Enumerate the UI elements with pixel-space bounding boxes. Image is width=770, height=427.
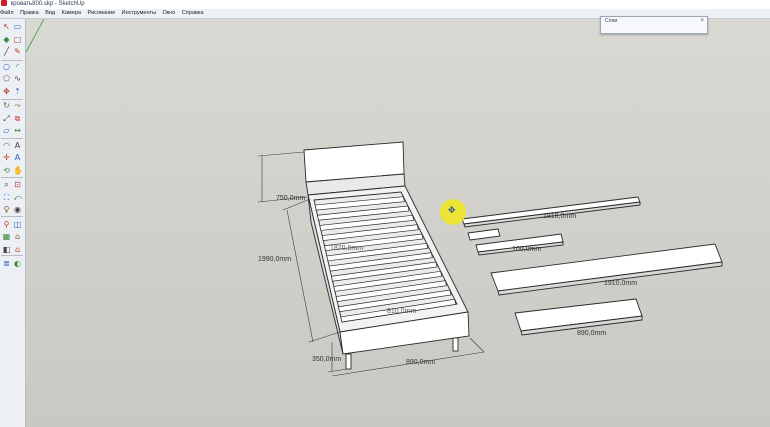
dim-end-board: 890,0mm xyxy=(577,330,606,337)
pan-icon[interactable]: ✋ xyxy=(13,166,23,175)
scale-icon[interactable]: ⤢ xyxy=(2,114,11,123)
paint-bucket-icon[interactable]: ◆ xyxy=(2,35,11,44)
push-pull-icon[interactable]: ⇡ xyxy=(13,87,22,96)
toolbar-separator xyxy=(1,255,23,256)
select-icon[interactable]: ↖ xyxy=(2,22,11,31)
orbit-cursor-icon: ✥ xyxy=(448,206,456,216)
window-title-bar: кровать800.skp - SketchUp xyxy=(0,0,770,9)
menu-edit[interactable]: Правка xyxy=(20,10,39,16)
protractor-icon[interactable]: ◠ xyxy=(2,141,11,150)
dimension-icon[interactable]: ↔ xyxy=(13,126,22,135)
arc-icon[interactable]: ◜ xyxy=(13,62,22,71)
styles-icon[interactable]: ◐ xyxy=(13,259,22,268)
leg-front-right xyxy=(452,337,459,352)
toolbar-separator xyxy=(1,138,23,139)
menu-camera[interactable]: Камера xyxy=(62,10,81,16)
menu-help[interactable]: Справка xyxy=(182,10,204,16)
menu-view[interactable]: Вид xyxy=(45,10,55,16)
layers-icon[interactable]: ≣ xyxy=(2,259,11,268)
position-camera-icon[interactable]: ♀ xyxy=(2,205,11,214)
dim-headboard-height: 750,0mm xyxy=(276,195,305,202)
pencil-icon[interactable]: ✎ xyxy=(13,47,22,56)
text-icon[interactable]: A xyxy=(13,141,22,150)
leg-front-left xyxy=(345,353,352,370)
zoom-window-icon[interactable]: ⊡ xyxy=(13,180,22,189)
toolbar-separator xyxy=(1,216,23,217)
dim-leg-height: 350,0mm xyxy=(312,356,341,363)
dim-side-board: 1910,0mm xyxy=(604,280,637,287)
menu-file[interactable]: Файл xyxy=(0,10,14,16)
warehouse-icon[interactable]: ⌂ xyxy=(13,232,22,241)
extension-icon[interactable]: ◧ xyxy=(2,245,11,254)
move-icon[interactable]: ✥ xyxy=(2,87,11,96)
dim-inner-length: 1870,0mm xyxy=(330,245,363,252)
offset-icon[interactable]: ⧉ xyxy=(13,114,22,123)
house-icon[interactable]: ⌂ xyxy=(13,245,22,254)
circle-icon[interactable]: ○ xyxy=(2,62,11,71)
freehand-icon[interactable]: ∿ xyxy=(13,74,22,83)
look-around-icon[interactable]: ◉ xyxy=(13,205,22,214)
walk-icon[interactable]: ⚲ xyxy=(2,220,11,229)
eraser-icon[interactable]: ▭ xyxy=(13,22,22,31)
section-plane-icon[interactable]: ◫ xyxy=(13,220,22,229)
dim-inner-width: 810,0mm xyxy=(387,308,416,315)
previous-view-icon[interactable]: ⤺ xyxy=(13,193,22,202)
toolbar-separator xyxy=(1,60,23,61)
zoom-extents-icon[interactable]: ⛶ xyxy=(2,193,11,202)
toolbar-separator xyxy=(1,99,23,100)
polygon-icon[interactable]: ⬠ xyxy=(2,74,11,83)
dim-long-rail: 1910,0mm xyxy=(543,213,576,220)
components-icon[interactable]: ▦ xyxy=(2,232,11,241)
3d-text-icon[interactable]: A xyxy=(13,153,22,162)
model-viewport[interactable]: 750,0mm 1990,0mm 350,0mm 890,0mm 1870,0m… xyxy=(26,19,770,427)
dim-short-piece: 100,0mm xyxy=(512,246,541,253)
tape-measure-icon[interactable]: ▱ xyxy=(2,126,11,135)
menu-draw[interactable]: Рисование xyxy=(87,10,115,16)
orbit-icon[interactable]: ⟲ xyxy=(2,166,11,175)
axes-icon[interactable]: ✛ xyxy=(2,153,11,162)
rotate-icon[interactable]: ↻ xyxy=(2,101,11,110)
rectangle-icon[interactable]: □ xyxy=(13,35,22,44)
zoom-icon[interactable]: ⌕ xyxy=(2,180,11,189)
sketchup-app-icon xyxy=(1,0,7,7)
window-title: кровать800.skp - SketchUp xyxy=(10,1,85,7)
close-icon[interactable]: × xyxy=(700,18,704,24)
layers-panel-title: Слои xyxy=(605,18,618,24)
line-icon[interactable]: ╱ xyxy=(2,47,11,56)
dim-bed-width: 890,0mm xyxy=(406,359,435,366)
menu-tools[interactable]: Инструменты xyxy=(122,10,156,16)
large-tool-set: ↖ ▭ ◆ □ ╱ ✎ ○ ◜ ⬠ ∿ ✥ ⇡ ↻ ⤳ ⤢ ⧉ ▱ ↔ ◠ A ✛ A ⟲ ✋ ⌕ ⊡ ⛶ ⤺ ♀ ◉ ⚲ ◫ ▦ ⌂ ◧ ⌂ ≣ ◐ xyxy=(0,19,26,427)
toolbar-separator xyxy=(1,177,23,178)
layers-panel[interactable]: Слои × xyxy=(600,16,708,34)
dim-bed-length: 1990,0mm xyxy=(258,256,291,263)
follow-me-icon[interactable]: ⤳ xyxy=(13,101,22,110)
menu-window[interactable]: Окно xyxy=(163,10,176,16)
